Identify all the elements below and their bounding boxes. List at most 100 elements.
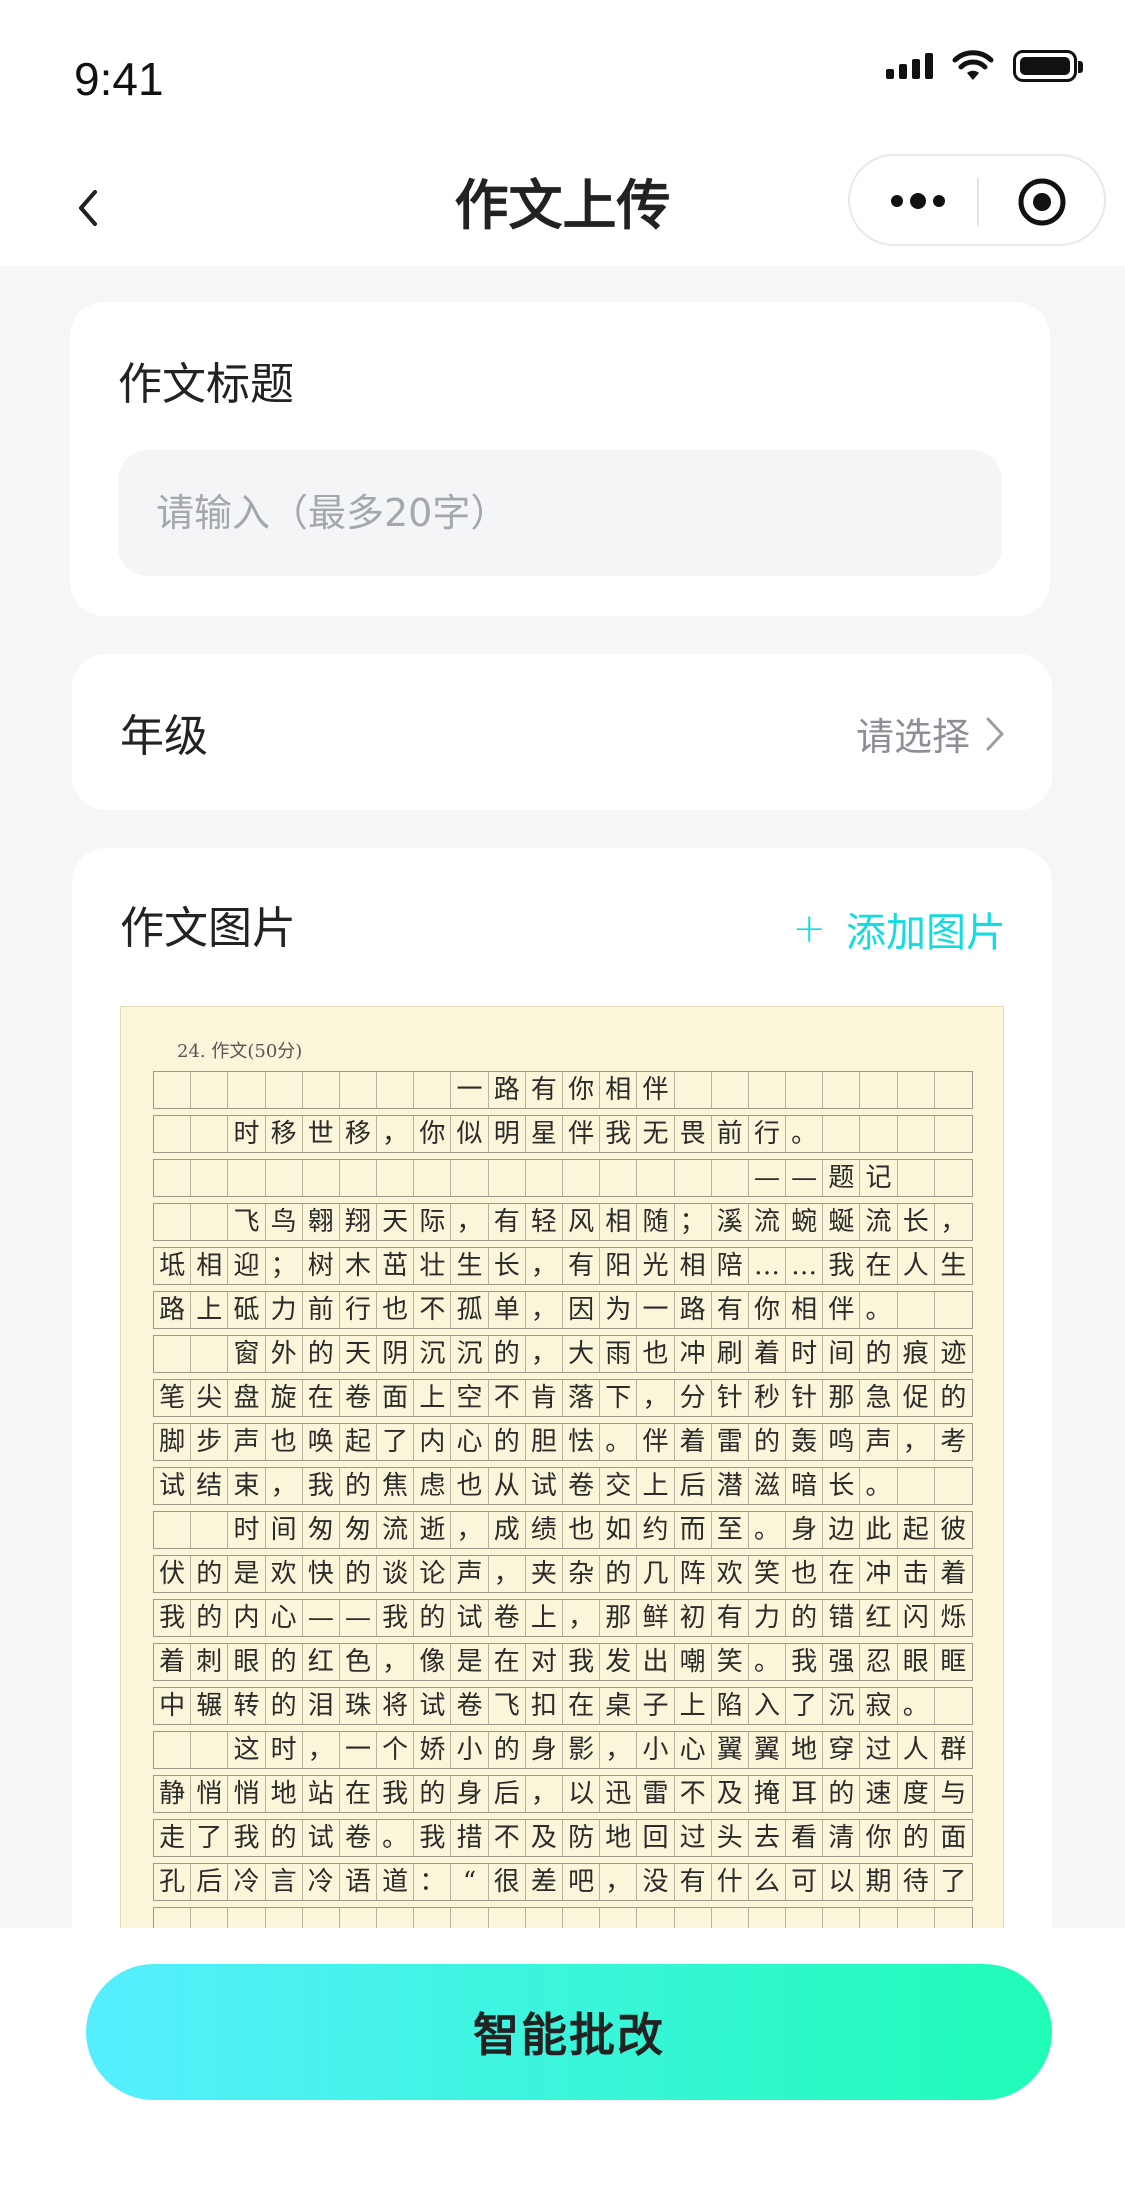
grade-card[interactable]: 年级 请选择 [72,654,1052,810]
essay-line: 中辗转的泪珠将试卷飞扣在桌子上陷入了沉寂。 [153,1687,973,1725]
essay-cell: 的 [489,1336,526,1372]
essay-line: 孔后冷言冷语道： “很差吧，没有什么可以期待了 [153,1863,973,1901]
essay-cell [154,1072,192,1108]
essay-cell [526,1160,563,1196]
essay-cell [712,1072,749,1108]
essay-cell: 冷 [303,1864,340,1900]
essay-cell: 么 [749,1864,787,1900]
essay-cell [377,1160,415,1196]
essay-cell: 肯 [526,1380,563,1416]
essay-cell: 间 [823,1336,861,1372]
essay-line: 飞鸟翱翔天际，有轻风相随；溪流蜿蜒流长， [153,1203,973,1241]
essay-cell: ， [526,1248,563,1284]
essay-cell: 不 [489,1820,526,1856]
essay-cell [935,1292,972,1328]
essay-cell [340,1160,378,1196]
essay-cell: ： [414,1864,452,1900]
essay-cell: 翼 [712,1732,749,1768]
essay-cell: 的 [191,1556,229,1592]
essay-line: 走了我的试卷。我措不及防地回过头去看清你的面 [153,1819,973,1857]
essay-cell [414,1072,452,1108]
essay-cell: 卷 [563,1468,601,1504]
nav-bar: 作文上传 [0,150,1125,266]
grade-select[interactable]: 请选择 [856,706,1006,761]
essay-cell: 虑 [414,1468,452,1504]
essay-cell: 秒 [749,1380,787,1416]
essay-cell [154,1336,192,1372]
essay-cell: 胆 [526,1424,563,1460]
essay-line: 笔尖盘旋在卷面上空不肯落下，分针秒针那急促的 [153,1379,973,1417]
essay-cell: 在 [563,1688,601,1724]
essay-cell: 移 [340,1116,378,1152]
essay-line: 时间匆匆流逝，成绩也如约而至。身边此起彼 [153,1511,973,1549]
essay-cell [414,1160,452,1196]
essay-cell: ， [489,1556,526,1592]
essay-cell: 欢 [266,1556,303,1592]
essay-cell: 也 [451,1468,489,1504]
essay-cell [860,1072,898,1108]
essay-cell: 在 [860,1248,898,1284]
target-icon[interactable] [1016,176,1068,228]
essay-cell [191,1204,229,1240]
essay-cell: 心 [675,1732,712,1768]
essay-line: — — 题记 [153,1159,973,1197]
add-image-button[interactable]: + 添加图片 [792,900,1006,958]
essay-cell: 滋 [749,1468,787,1504]
essay-cell: 及 [712,1776,749,1812]
essay-cell: 阴 [377,1336,415,1372]
essay-cell: 至 [712,1512,749,1548]
essay-cell: 防 [563,1820,601,1856]
essay-cell: 行 [340,1292,378,1328]
image-label: 作文图片 [120,903,296,954]
essay-cell: 空 [451,1380,489,1416]
essay-line: 时移世移，你似明星伴我无畏前行。 [153,1115,973,1153]
essay-line: 坻相迎；树木茁壮生长，有阳光相陪…… 我在人生 [153,1247,973,1285]
grade-select-text: 请选择 [855,715,970,759]
essay-cell: 痕 [898,1336,935,1372]
essay-cell: 沉 [451,1336,489,1372]
essay-cell [935,1116,972,1152]
essay-cell: 那 [600,1600,638,1636]
essay-cell: 我 [414,1820,452,1856]
essay-cell: 起 [898,1512,935,1548]
essay-cell: 后 [191,1864,229,1900]
essay-cell: ； [266,1248,303,1284]
essay-cell: 上 [191,1292,229,1328]
essay-cell: 流 [749,1204,787,1240]
essay-line: 窗外的天阴沉沉的，大雨也冲刷着时间的痕迹 [153,1335,973,1373]
essay-cell: 几 [637,1556,675,1592]
essay-cell: 卷 [489,1600,526,1636]
essay-cell: 唤 [303,1424,340,1460]
essay-cell: 我 [228,1820,266,1856]
essay-cell: 头 [712,1820,749,1856]
essay-cell: 轻 [526,1204,563,1240]
essay-cell [898,1292,935,1328]
essay-cell: 明 [489,1116,526,1152]
essay-line: 脚步声也唤起了内心的胆怯。伴着雷的轰鸣声，考 [153,1423,973,1461]
essay-cell: 迎 [228,1248,266,1284]
essay-cell [377,1072,415,1108]
essay-cell: 匆 [303,1512,340,1548]
essay-cell: 地 [266,1776,303,1812]
more-dots-icon[interactable] [888,186,948,216]
essay-cell: 辗 [191,1688,229,1724]
essay-cell: 红 [303,1644,340,1680]
essay-cell: 的 [860,1336,898,1372]
essay-cell: 群 [940,1735,967,1765]
essay-cell: 的 [340,1468,378,1504]
essay-cell [266,1160,303,1196]
essay-cell: 是 [228,1556,266,1592]
smart-grade-button[interactable]: 智能批改 [86,1964,1052,2100]
essay-cell: 身 [451,1776,489,1812]
essay-cell: 待 [898,1864,935,1900]
essay-cell: 也 [637,1336,675,1372]
essay-cell: 地 [786,1732,824,1768]
wifi-icon [952,50,994,80]
title-input[interactable] [118,450,1002,576]
essay-cell: 一 [637,1292,675,1328]
essay-cell: 翱 [303,1204,340,1240]
essay-cell: ， [526,1336,563,1372]
essay-cell: 出 [637,1644,675,1680]
essay-cell: 约 [637,1512,675,1548]
essay-grid: 一路有你相伴时移世移，你似明星伴我无畏前行。 — — 题记飞鸟翱翔天际，有轻风相随；溪… [153,1071,973,1951]
